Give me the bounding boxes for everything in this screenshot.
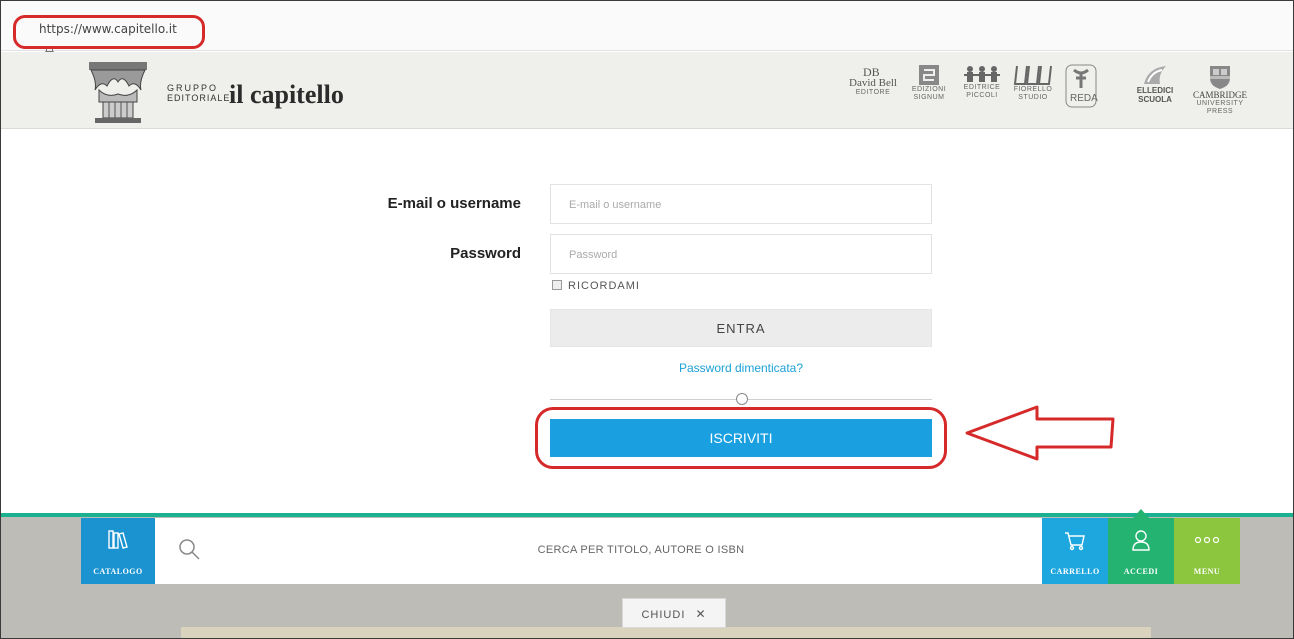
- remember-label: RICORDAMI: [568, 280, 640, 292]
- password-label: Password: [450, 245, 521, 262]
- browser-window: https://www.capitello.it GRUPPO EDITORIA…: [0, 0, 1294, 639]
- catalogo-button[interactable]: CATALOGO: [81, 518, 155, 584]
- close-label: CHIUDI: [641, 609, 686, 621]
- catalog-books-icon: [108, 530, 128, 549]
- forgot-password-link[interactable]: Password dimenticata?: [550, 361, 932, 375]
- accedi-active-indicator: [1133, 509, 1149, 518]
- partner-logo-signum[interactable]: EDIZIONI SIGNUM: [909, 64, 949, 120]
- site-header: GRUPPO EDITORIALE il capitello DB David …: [1, 52, 1293, 129]
- search-icon[interactable]: [177, 537, 201, 561]
- menu-dots-icon: [1194, 536, 1220, 544]
- partner-logo-piccoli[interactable]: EDITRICE PICCOLI: [959, 64, 1005, 120]
- partner-logo-elledici[interactable]: ELLEDICI SCUOLA: [1131, 64, 1179, 120]
- annotation-arrow: [965, 405, 1115, 461]
- carrello-label: CARRELLO: [1050, 567, 1100, 576]
- email-label: E-mail o username: [387, 195, 521, 212]
- partner-logo-fiorello[interactable]: FIORELLO STUDIO: [1009, 64, 1057, 120]
- cart-icon: [1065, 532, 1085, 551]
- accedi-label: ACCEDI: [1123, 567, 1159, 576]
- close-button[interactable]: CHIUDI ✕: [622, 598, 726, 628]
- partner-logo-cambridge[interactable]: CAMBRIDGE UNIVERSITY PRESS: [1187, 64, 1253, 120]
- password-field[interactable]: Password: [550, 234, 932, 274]
- catalogo-label: CATALOGO: [93, 567, 143, 576]
- email-field[interactable]: E-mail o username: [550, 184, 932, 224]
- url-annotation-circle: [13, 15, 205, 49]
- partner-logo-david-bell[interactable]: DB David Bell EDITORE: [847, 64, 899, 120]
- close-x-icon: ✕: [695, 607, 707, 621]
- reda-text: REDA: [1070, 93, 1098, 104]
- search-input[interactable]: CERCA PER TITOLO, AUTORE O ISBN: [201, 544, 1081, 556]
- capital-logo-icon[interactable]: [87, 60, 149, 124]
- user-icon: [1132, 530, 1150, 551]
- brand-group-label: GRUPPO EDITORIALE: [167, 83, 231, 103]
- partner-logo-reda[interactable]: REDA: [1061, 64, 1101, 120]
- brand-name[interactable]: il capitello: [229, 80, 344, 110]
- bottom-accent-line: [1, 513, 1293, 517]
- divider-circle: [736, 393, 748, 405]
- carrello-button[interactable]: CARRELLO: [1042, 518, 1108, 584]
- remember-me[interactable]: RICORDAMI: [552, 280, 640, 292]
- register-annotation-circle: [535, 407, 947, 469]
- login-button[interactable]: ENTRA: [550, 309, 932, 347]
- remember-checkbox[interactable]: [552, 280, 562, 290]
- accedi-button[interactable]: ACCEDI: [1108, 518, 1174, 584]
- menu-label: MENU: [1193, 567, 1221, 576]
- menu-button[interactable]: MENU: [1174, 518, 1240, 584]
